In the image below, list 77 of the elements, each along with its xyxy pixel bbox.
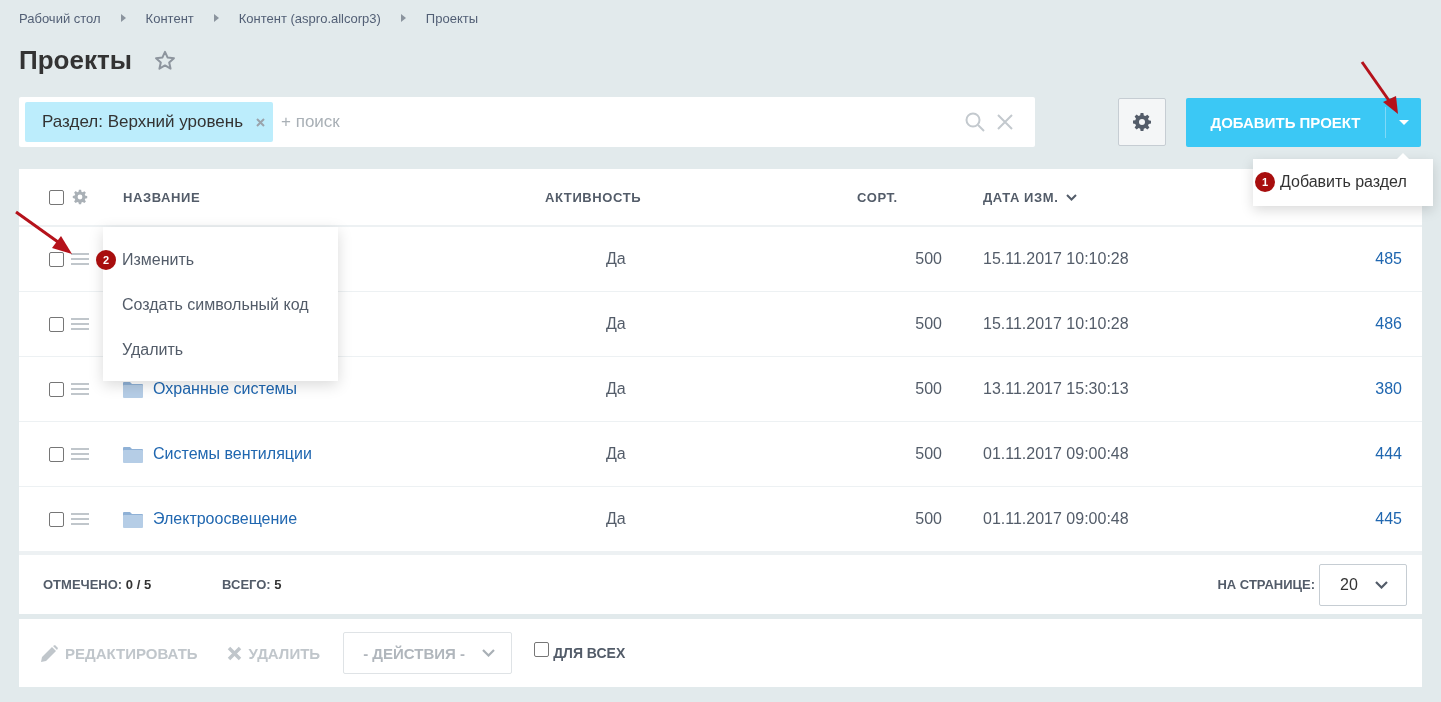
- page-title: Проекты: [19, 44, 132, 76]
- chevron-right-icon: [120, 14, 126, 22]
- search-field[interactable]: Раздел: Верхний уровень + поиск: [19, 97, 1035, 147]
- folder-icon: [123, 445, 143, 463]
- breadcrumb-link[interactable]: Контент: [145, 10, 194, 26]
- settings-button[interactable]: [1118, 98, 1166, 146]
- table-cell: Да: [606, 445, 626, 463]
- menu-item[interactable]: Изменить: [122, 250, 195, 269]
- column-header[interactable]: СОРТ.: [857, 189, 898, 205]
- checkbox[interactable]: [49, 316, 64, 332]
- menu-item[interactable]: Добавить раздел: [1280, 173, 1407, 191]
- step-badge: 2: [96, 249, 116, 270]
- folder-icon: [123, 380, 143, 398]
- chevron-right-icon: [400, 14, 406, 22]
- column-header[interactable]: НАЗВАНИЕ: [123, 189, 201, 205]
- id-link[interactable]: 445: [1375, 510, 1402, 528]
- menu-item[interactable]: Удалить: [122, 340, 184, 359]
- column-header[interactable]: ДАТА ИЗМ.: [983, 189, 1078, 205]
- section-link[interactable]: Системы вентиляции: [153, 445, 312, 463]
- id-link[interactable]: 380: [1375, 380, 1402, 398]
- menu-icon[interactable]: [71, 318, 89, 330]
- section-link[interactable]: Электроосвещение: [153, 510, 298, 528]
- breadcrumb-link[interactable]: Проекты: [425, 10, 479, 26]
- breadcrumb-link[interactable]: Рабочий стол: [19, 10, 101, 26]
- table-cell: 15.11.2017 10:10:28: [983, 315, 1129, 333]
- table-cell: 500: [915, 315, 942, 333]
- chevron-down-icon: [1375, 580, 1388, 589]
- pencil-icon: [41, 644, 58, 662]
- checked-count: ОТМЕЧЕНО: 0 / 5: [43, 577, 152, 592]
- checkbox-label: ДЛЯ ВСЕХ: [553, 645, 626, 661]
- delete-icon: [226, 645, 242, 661]
- table-cell: 500: [915, 380, 942, 398]
- checkbox[interactable]: [49, 511, 64, 527]
- filter-tag[interactable]: Раздел: Верхний уровень: [25, 102, 274, 142]
- star-icon[interactable]: [153, 49, 176, 71]
- menu-item[interactable]: Создать символьный код: [122, 295, 309, 314]
- table-cell: 13.11.2017 15:30:13: [983, 380, 1129, 398]
- menu-icon[interactable]: [71, 253, 89, 265]
- per-page-label: НА СТРАНИЦЕ:: [1217, 577, 1315, 592]
- search-icon[interactable]: [965, 112, 985, 132]
- table-cell: Да: [606, 510, 626, 528]
- table-cell: 01.11.2017 09:00:48: [983, 510, 1129, 528]
- total-count: ВСЕГО: 5: [222, 577, 282, 592]
- table-cell: Да: [606, 315, 626, 333]
- menu-icon[interactable]: [71, 383, 89, 395]
- table-cell: 500: [915, 510, 942, 528]
- id-link[interactable]: 444: [1375, 445, 1402, 463]
- column-header[interactable]: АКТИВНОСТЬ: [545, 189, 642, 205]
- table-cell: 500: [915, 445, 942, 463]
- id-link[interactable]: 485: [1375, 250, 1402, 268]
- annotation-arrow: [14, 210, 74, 256]
- checkbox[interactable]: [49, 381, 64, 397]
- step-badge: 1: [1255, 172, 1275, 192]
- table-cell: Да: [606, 250, 626, 268]
- menu-icon[interactable]: [71, 448, 89, 460]
- table-cell: 500: [915, 250, 942, 268]
- table-cell: 01.11.2017 09:00:48: [983, 445, 1129, 463]
- id-link[interactable]: 486: [1375, 315, 1402, 333]
- settings-icon[interactable]: [72, 189, 88, 205]
- close-icon[interactable]: [256, 117, 266, 127]
- checkbox[interactable]: [49, 189, 64, 205]
- breadcrumb-link[interactable]: Контент (aspro.allcorp3): [238, 10, 381, 26]
- chevron-down-icon: [482, 649, 496, 657]
- chevron-down-icon: [1066, 193, 1078, 201]
- table-cell: 15.11.2017 10:10:28: [983, 250, 1129, 268]
- table-cell: Да: [606, 380, 626, 398]
- menu-icon[interactable]: [71, 513, 89, 525]
- section-link[interactable]: Охранные системы: [153, 380, 298, 398]
- gear-icon: [1132, 112, 1152, 132]
- per-page-select[interactable]: 20: [1319, 563, 1407, 606]
- caret-icon: [1398, 119, 1409, 125]
- folder-icon: [123, 510, 143, 528]
- chevron-right-icon: [213, 14, 219, 22]
- close-icon[interactable]: [997, 114, 1013, 130]
- checkbox[interactable]: [49, 251, 64, 267]
- checkbox[interactable]: [49, 446, 64, 462]
- checkbox[interactable]: [534, 641, 550, 657]
